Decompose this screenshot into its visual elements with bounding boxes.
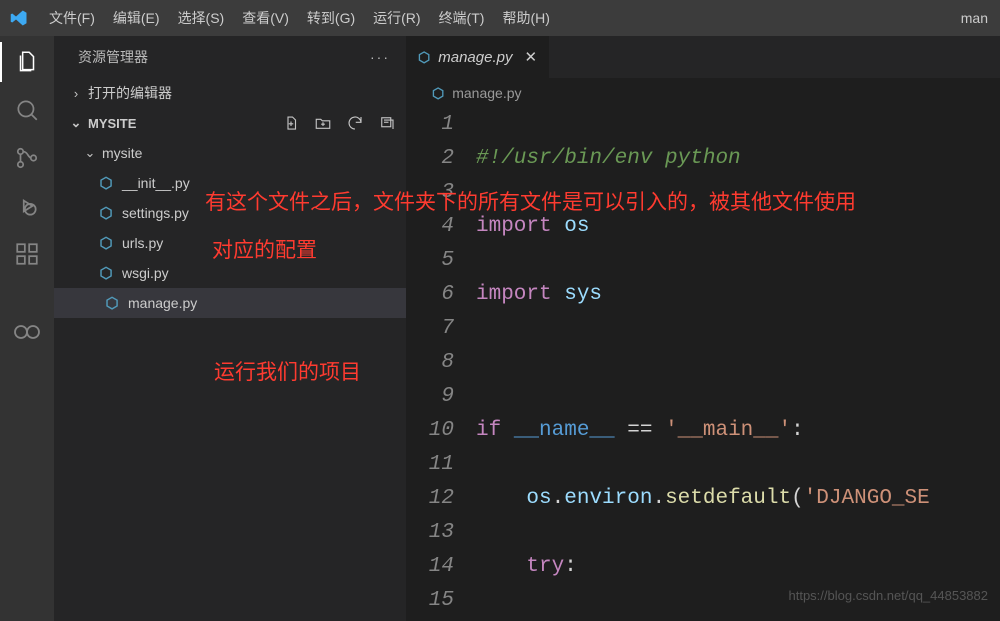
sidebar-header: 资源管理器 ··· xyxy=(54,36,406,78)
debug-icon[interactable] xyxy=(13,192,41,220)
file-tree: › 打开的编辑器 ⌄ MYSITE ⌄ mysite ⬡ __init__.py xyxy=(54,78,406,318)
file-settings[interactable]: ⬡ settings.py xyxy=(54,198,406,228)
explorer-icon[interactable] xyxy=(13,48,41,76)
file-label: urls.py xyxy=(122,235,163,251)
python-file-icon: ⬡ xyxy=(96,173,116,193)
new-folder-icon[interactable] xyxy=(314,114,332,132)
file-urls[interactable]: ⬡ urls.py xyxy=(54,228,406,258)
collapse-all-icon[interactable] xyxy=(378,114,396,132)
chevron-down-icon: ⌄ xyxy=(82,145,98,161)
new-file-icon[interactable] xyxy=(282,114,300,132)
python-file-icon: ⬡ xyxy=(432,85,444,102)
menu-go[interactable]: 转到(G) xyxy=(298,4,364,32)
title-bar: 文件(F) 编辑(E) 选择(S) 查看(V) 转到(G) 运行(R) 终端(T… xyxy=(0,0,1000,36)
folder-label: mysite xyxy=(102,145,142,161)
vscode-logo-icon xyxy=(10,9,28,27)
source-control-icon[interactable] xyxy=(13,144,41,172)
root-folder[interactable]: ⌄ MYSITE xyxy=(54,108,406,138)
window-title: man xyxy=(961,10,994,26)
menu-edit[interactable]: 编辑(E) xyxy=(104,4,169,32)
menu-file[interactable]: 文件(F) xyxy=(40,4,104,32)
activity-bar xyxy=(0,36,54,621)
python-file-icon: ⬡ xyxy=(102,293,122,313)
breadcrumb[interactable]: ⬡ manage.py xyxy=(406,78,1000,108)
python-file-icon: ⬡ xyxy=(96,233,116,253)
chevron-down-icon: ⌄ xyxy=(68,115,84,131)
file-wsgi[interactable]: ⬡ wsgi.py xyxy=(54,258,406,288)
menu-selection[interactable]: 选择(S) xyxy=(169,4,234,32)
file-manage[interactable]: ⬡ manage.py xyxy=(54,288,406,318)
remote-icon[interactable] xyxy=(13,318,41,346)
menu-view[interactable]: 查看(V) xyxy=(233,4,298,32)
file-label: wsgi.py xyxy=(122,265,169,281)
root-folder-label: MYSITE xyxy=(88,116,136,131)
python-file-icon: ⬡ xyxy=(96,263,116,283)
tab-manage-py[interactable]: ⬡ manage.py ✕ xyxy=(406,36,550,78)
editor-group: ⬡ manage.py ✕ ⬡ manage.py 123 456 789 10… xyxy=(406,36,1000,621)
refresh-icon[interactable] xyxy=(346,114,364,132)
sidebar: 资源管理器 ··· › 打开的编辑器 ⌄ MYSITE ⌄ mysite xyxy=(54,36,406,621)
menu-run[interactable]: 运行(R) xyxy=(364,4,429,32)
file-label: settings.py xyxy=(122,205,189,221)
file-label: __init__.py xyxy=(122,175,190,191)
explorer-title: 资源管理器 xyxy=(78,47,148,67)
file-label: manage.py xyxy=(128,295,197,311)
menu-help[interactable]: 帮助(H) xyxy=(493,4,558,32)
open-editors-label: 打开的编辑器 xyxy=(88,83,172,103)
code-content[interactable]: #!/usr/bin/env python import os import s… xyxy=(476,108,1000,621)
tab-label: manage.py xyxy=(438,49,512,66)
file-init[interactable]: ⬡ __init__.py xyxy=(54,168,406,198)
folder-mysite[interactable]: ⌄ mysite xyxy=(54,138,406,168)
line-numbers: 123 456 789 101112 131415 xyxy=(406,108,476,621)
code-editor[interactable]: 123 456 789 101112 131415 #!/usr/bin/env… xyxy=(406,108,1000,621)
close-tab-icon[interactable]: ✕ xyxy=(524,48,537,66)
chevron-right-icon: › xyxy=(68,86,84,101)
python-file-icon: ⬡ xyxy=(96,203,116,223)
breadcrumb-label: manage.py xyxy=(452,85,521,101)
menu-terminal[interactable]: 终端(T) xyxy=(430,4,494,32)
menu-bar: 文件(F) 编辑(E) 选择(S) 查看(V) 转到(G) 运行(R) 终端(T… xyxy=(40,4,559,32)
more-actions-icon[interactable]: ··· xyxy=(370,49,390,65)
extensions-icon[interactable] xyxy=(13,240,41,268)
search-icon[interactable] xyxy=(13,96,41,124)
tab-bar: ⬡ manage.py ✕ xyxy=(406,36,1000,78)
python-file-icon: ⬡ xyxy=(418,49,430,66)
open-editors-section[interactable]: › 打开的编辑器 xyxy=(54,78,406,108)
